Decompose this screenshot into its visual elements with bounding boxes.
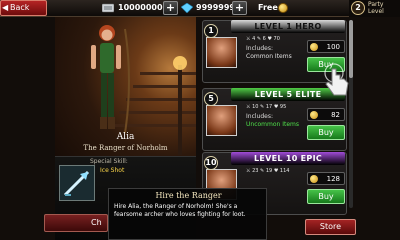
left-bottom-button[interactable]: Ch [44,214,108,232]
health-value: 95 [279,104,287,110]
tooltip-body: Hire Alia, the Ranger of Norholm! She's … [114,203,246,218]
store-button[interactable]: Store [305,219,356,235]
back-label: Back [10,3,30,12]
defense-value: 19 [265,168,273,174]
buy-button[interactable]: Buy [307,189,345,204]
add-gems-button[interactable]: + [232,1,247,15]
back-arrow-icon: ◀ [2,3,9,12]
ice-arrow-icon [63,170,90,197]
defense-icon: ✎ [260,168,265,174]
scrollbar-thumb[interactable] [349,20,353,78]
hire-tooltip: Hire the Ranger Hire Alia, the Ranger of… [108,188,267,240]
ranger-figure-icon [91,25,130,134]
health-value: 70 [273,36,280,42]
card-includes: Includes: [246,45,273,52]
add-gold-button[interactable]: + [163,1,178,15]
attack-value: 4 [252,36,256,42]
hero-portrait [206,105,237,136]
price-value: 128 [326,175,340,183]
party-level-number: 2 [351,1,365,15]
coin-icon [310,175,318,183]
card-stats: ⚔ 23 ✎ 19 ♥ 114 [246,168,289,174]
health-value: 114 [279,168,290,174]
health-icon: ♥ [267,36,272,42]
special-skill-label: Special Skill: [90,158,128,165]
buy-button[interactable]: Buy [307,57,345,72]
hero-card[interactable]: LEVEL 5 ELITE 5 ⚔ 10 ✎ 17 ♥ 95 Includes: Unc… [202,88,347,151]
defense-value: 6 [262,36,266,42]
skill-icon-box[interactable] [59,165,95,201]
free-label[interactable]: Free [258,2,278,14]
card-includes: Includes: [246,113,273,120]
coin-icon [310,43,318,51]
free-coin-icon[interactable] [278,3,288,13]
card-items: Common Items [246,53,292,60]
card-level-badge: 10 [204,156,218,170]
party-level[interactable]: 2 Party Level [349,0,400,17]
buy-button[interactable]: Buy [307,125,345,140]
price-value: 100 [326,43,340,51]
card-level-badge: 5 [204,92,218,106]
hero-portrait-scene [55,17,196,178]
hero-title: The Ranger of Norholm [83,144,168,152]
hero-card[interactable]: LEVEL 1 HERO 1 ⚔ 4 ✎ 6 ♥ 70 Includes: Common… [202,20,347,83]
gem-amount: 9999999 [196,3,235,12]
special-skill-value: Ice Shot [100,167,125,174]
health-icon: ♥ [273,168,279,174]
party-level-label: Party Level [368,1,384,15]
card-stats: ⚔ 10 ✎ 17 ♥ 95 [246,104,286,110]
card-header: LEVEL 1 HERO [231,20,345,33]
price-box: 100 [307,40,345,53]
attack-icon: ⚔ [246,36,251,42]
health-icon: ♥ [273,104,279,110]
card-items: Uncommon Items [246,121,300,128]
coin-icon [310,111,318,119]
gold-stack-icon [102,3,114,13]
back-button[interactable]: ◀ Back [0,0,47,16]
card-level-badge: 1 [204,24,218,38]
card-header: LEVEL 10 EPIC [231,152,345,165]
defense-icon: ✎ [256,36,262,42]
gem-icon [181,3,193,13]
attack-value: 10 [252,104,259,110]
tooltip-title: Hire the Ranger [155,191,222,200]
hero-portrait [206,37,237,68]
attack-icon: ⚔ [246,104,251,110]
left-bottom-button-label: Ch [91,218,102,227]
attack-icon: ⚔ [246,168,251,174]
price-value: 82 [331,111,340,119]
top-bar: ◀ Back 10000000 + 9999999 + Free 2 Party… [0,0,400,17]
gold-amount: 10000000 [118,3,163,12]
defense-value: 17 [265,104,273,110]
hero-name: Alia [116,132,135,142]
store-button-label: Store [319,222,342,231]
defense-icon: ✎ [260,104,265,110]
card-header: LEVEL 5 ELITE [231,88,345,101]
card-list-scrollbar[interactable] [349,20,353,208]
card-stats: ⚔ 4 ✎ 6 ♥ 70 [246,36,280,42]
price-box: 128 [307,172,345,185]
price-box: 82 [307,108,345,121]
attack-value: 23 [252,168,259,174]
